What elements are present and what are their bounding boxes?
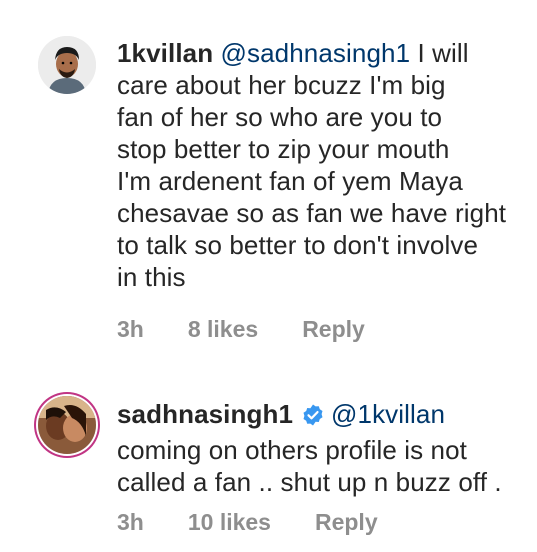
illustrated-person-avatar-icon	[38, 36, 96, 94]
avatar[interactable]	[38, 36, 96, 94]
comment-line: to talk so better to don't involve	[117, 230, 479, 260]
comment-line-1: sadhnasingh1 @1kvillan	[117, 398, 502, 434]
comment-line-1: 1kvillan @sadhnasingh1 I will	[117, 37, 506, 69]
timestamp: 3h	[117, 316, 144, 342]
timestamp: 3h	[117, 509, 144, 535]
comment-text: sadhnasingh1 @1kvillan coming on others p…	[117, 398, 502, 498]
likes-count[interactable]: 8 likes	[188, 316, 258, 343]
comment-line: coming on others profile is not	[117, 435, 467, 465]
comment-text: 1kvillan @sadhnasingh1 I will care about…	[117, 37, 506, 293]
comment-line-text: I will	[410, 38, 469, 68]
comment-line: in this	[117, 262, 186, 292]
comment-line: care about her bcuzz I'm big	[117, 70, 446, 100]
avatar[interactable]	[38, 396, 96, 454]
comment-line: I'm ardenent fan of yem Maya	[117, 166, 463, 196]
comment-line: fan of her so who are you to	[117, 102, 443, 132]
verified-badge-icon	[301, 402, 325, 434]
reply-button[interactable]: Reply	[302, 316, 365, 343]
comment-line: chesavae so as fan we have right	[117, 198, 507, 228]
couple-photo-avatar-icon	[38, 396, 96, 454]
mention[interactable]: @1kvillan	[331, 399, 445, 429]
comment-meta: 3h 8 likes Reply	[117, 316, 409, 343]
username[interactable]: 1kvillan	[117, 38, 213, 68]
comment-line: stop better to zip your mouth	[117, 134, 450, 164]
likes-count[interactable]: 10 likes	[188, 509, 271, 536]
comment-meta: 3h 10 likes Reply	[117, 509, 422, 536]
username[interactable]: sadhnasingh1	[117, 399, 293, 429]
mention[interactable]: @sadhnasingh1	[221, 38, 411, 68]
comment-line: called a fan .. shut up n buzz off .	[117, 467, 502, 497]
reply-button[interactable]: Reply	[315, 509, 378, 536]
